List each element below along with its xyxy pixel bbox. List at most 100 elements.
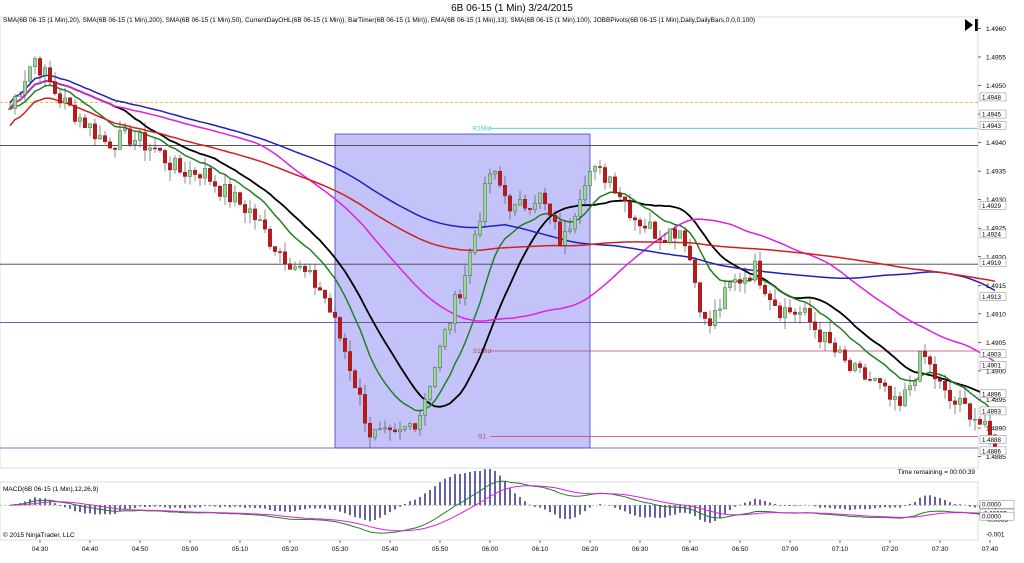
x-tick-label: 06:50 [732,546,749,553]
candle [237,192,242,205]
candle [808,308,813,323]
candle [943,381,948,391]
candle [713,310,718,326]
candle [818,329,823,343]
candle [383,427,388,430]
candle [483,183,488,222]
candle [408,423,413,427]
candle [132,140,137,145]
candle [63,97,68,104]
candle [428,386,433,400]
pivot-label: S1 [478,434,486,441]
candle [908,385,913,391]
x-tick-label: 05:30 [332,546,349,553]
candle [983,420,988,425]
candle [388,427,393,431]
candle [888,385,893,400]
candle [242,204,247,213]
candle [348,351,353,371]
candle [478,221,483,236]
candle [523,199,528,209]
candle [758,260,763,286]
candle [968,403,973,420]
candle [127,128,132,145]
candle [207,168,212,182]
candle [708,318,713,326]
candle [633,217,638,221]
candle [323,289,328,299]
candle [878,378,883,383]
x-tick-label: 07:40 [982,546,999,553]
candle [28,66,33,82]
candle [252,208,257,221]
x-tick-label: 05:40 [382,546,399,553]
candle [358,387,363,395]
candle [288,263,293,270]
y-tick-label: 1.4940 [986,140,1006,147]
x-tick-label: 06:20 [582,546,599,553]
candle [653,221,658,239]
candle [863,367,868,380]
candle [563,231,568,246]
candle [543,192,548,205]
candle [268,228,273,247]
candle [182,172,187,177]
x-tick-label: 06:00 [482,546,499,553]
x-tick-label: 06:10 [532,546,549,553]
candle [928,356,933,365]
candle [833,342,838,353]
candle [973,419,978,421]
candle [553,215,558,222]
candle [728,282,733,288]
candle [858,363,863,368]
candle [378,428,383,431]
y-tick-label: 1.4935 [986,169,1006,176]
candle [898,396,903,406]
candle [102,135,107,143]
candle [413,423,418,430]
price-tag-label: 1.4929 [982,203,1001,210]
candle [498,171,503,186]
macd-tag-label: 0.0000 [982,514,1001,521]
candle [703,311,708,319]
candle [603,167,608,183]
candle [813,321,818,331]
price-tag-label: 1.4948 [982,94,1001,101]
candle [508,195,513,212]
candle [192,169,197,175]
candle [823,332,828,343]
candle [583,185,588,201]
candle [232,192,237,203]
candle [423,398,428,416]
candle [418,415,423,430]
candle [438,346,443,368]
candle [162,150,167,164]
y-tick-label: 1.4910 [986,311,1006,318]
candle [433,367,438,387]
candle [7,108,12,110]
candle [918,351,923,382]
candle [43,67,48,76]
candle [263,219,268,230]
candle [318,287,323,291]
candle [453,294,458,324]
candle [538,192,543,204]
candle [177,158,182,173]
candle [793,311,798,315]
candle [778,305,783,319]
candle [258,219,263,222]
candle [768,293,773,301]
candle [82,117,87,129]
price-tag-label: 1.4896 [982,391,1001,398]
x-tick-label: 05:00 [182,546,199,553]
candle [628,200,633,219]
candle [328,297,333,313]
candle [513,204,518,212]
macd-label: MACD(6B 06-15 (1 Min),12,26,9) [3,486,98,493]
candle [373,429,378,438]
candle [343,338,348,352]
candle [147,147,152,151]
candle [117,130,122,150]
candle [212,181,217,187]
y-tick-label: 1.4950 [986,83,1006,90]
